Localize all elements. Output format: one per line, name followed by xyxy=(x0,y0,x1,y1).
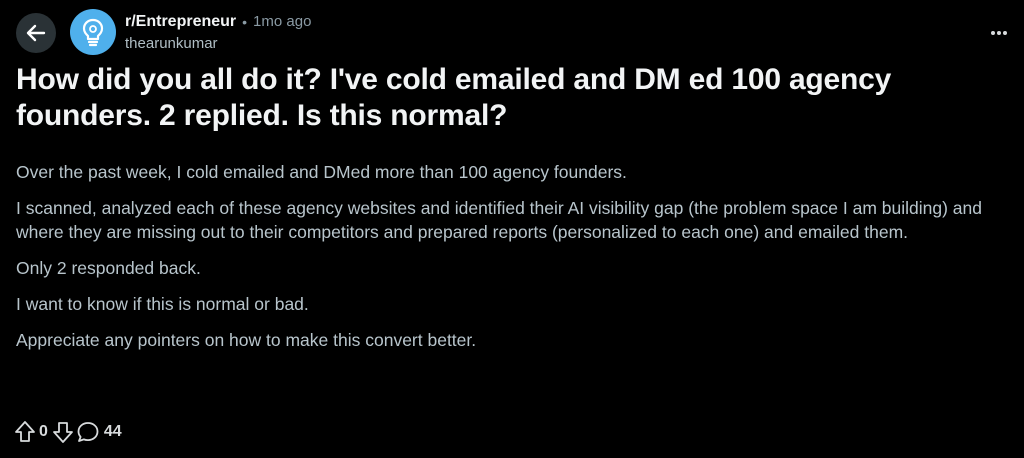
upvote-button[interactable] xyxy=(14,420,36,444)
vote-count: 0 xyxy=(39,423,48,440)
post-paragraph: Only 2 responded back. xyxy=(16,258,201,278)
post-paragraph: Appreciate any pointers on how to make t… xyxy=(16,330,477,350)
upvote-arrow-icon xyxy=(15,421,35,442)
more-horizontal-icon xyxy=(991,31,1007,35)
post-paragraph: I scanned, analyzed each of these agency… xyxy=(16,198,982,242)
subreddit-name[interactable]: r/Entrepreneur xyxy=(125,12,236,32)
post-title: How did you all do it? I've cold emailed… xyxy=(16,63,892,132)
post-actions: 0 44 xyxy=(14,420,122,444)
post-body: Over the past week, I cold emailed and D… xyxy=(16,160,1016,364)
post-meta: r/Entrepreneur • 1mo ago thearunkumar xyxy=(125,12,311,54)
more-options-button[interactable] xyxy=(984,18,1014,48)
comment-button[interactable] xyxy=(76,420,100,444)
lightbulb-icon xyxy=(82,18,104,47)
author-name[interactable]: thearunkumar xyxy=(125,34,311,54)
meta-line: r/Entrepreneur • 1mo ago xyxy=(125,12,311,32)
post-paragraph: Over the past week, I cold emailed and D… xyxy=(16,162,627,182)
comment-bubble-icon xyxy=(77,422,99,442)
meta-separator: • xyxy=(242,14,248,30)
post-time: 1mo ago xyxy=(253,13,312,30)
arrow-left-icon xyxy=(26,24,46,42)
subreddit-avatar[interactable] xyxy=(70,9,116,55)
downvote-button[interactable] xyxy=(52,420,74,444)
back-button[interactable] xyxy=(16,13,56,53)
post-page: r/Entrepreneur • 1mo ago thearunkumar Ho… xyxy=(0,0,1024,458)
downvote-arrow-icon xyxy=(53,422,73,443)
comment-count: 44 xyxy=(103,423,122,440)
post-paragraph: I want to know if this is normal or bad. xyxy=(16,294,309,314)
